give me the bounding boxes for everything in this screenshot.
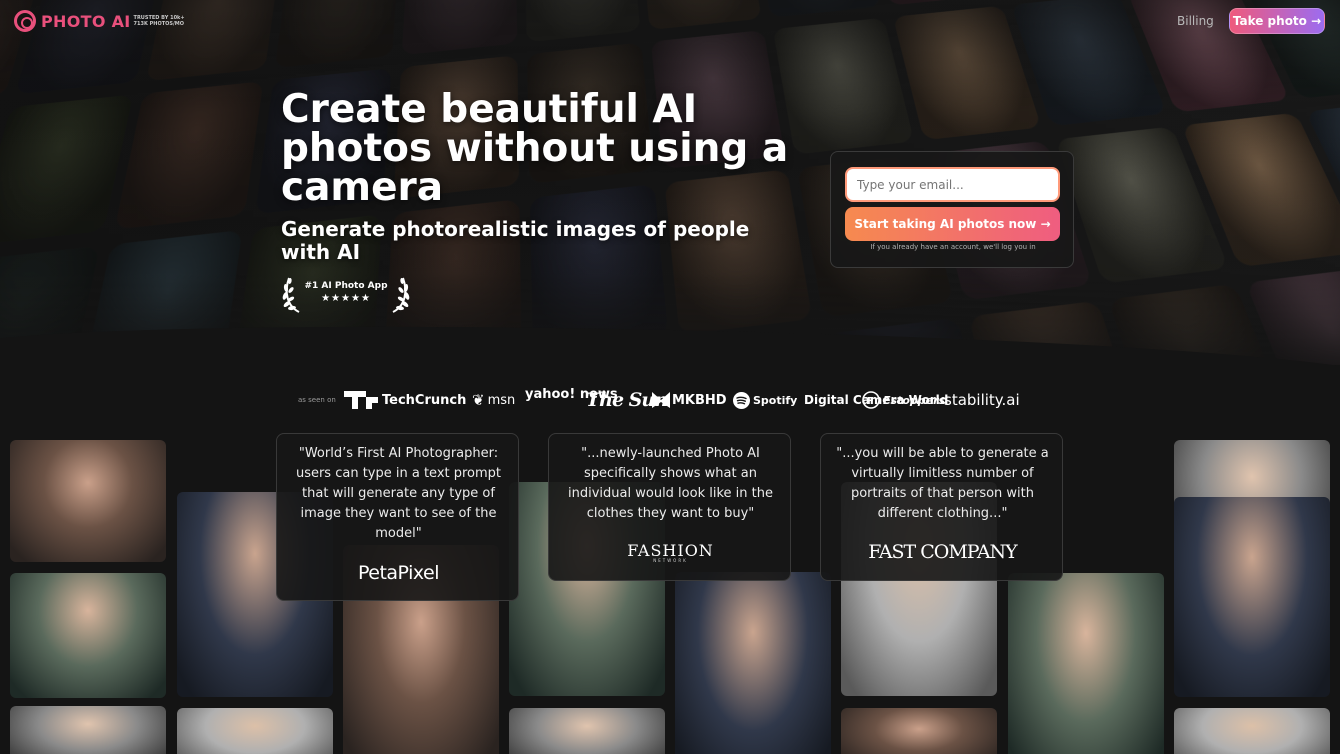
gallery-photo: [10, 706, 166, 754]
fstoppers-icon: F: [862, 391, 880, 409]
petapixel-logo: PetaPixel: [277, 562, 520, 584]
gallery-photo: [177, 708, 333, 754]
gallery-photo: [841, 708, 997, 754]
signup-card: Start taking AI photos now → If you alre…: [830, 151, 1074, 268]
spotify-icon: [733, 392, 750, 409]
gallery-photo: [10, 440, 166, 562]
logo-icon: [14, 10, 36, 32]
email-input[interactable]: [845, 167, 1060, 202]
award-title: #1 AI Photo App: [301, 281, 391, 291]
billing-link[interactable]: Billing: [1177, 14, 1214, 28]
top-nav: PHOTO AI TRUSTED BY 10k+ 713K PHOTOS/MO …: [0, 0, 1340, 44]
testimonial-card: "World’s First AI Photographer: users ca…: [276, 433, 519, 601]
award-badge: #1 AI Photo App ★★★★★: [281, 272, 411, 316]
mkbhd-logo: MKBHD: [652, 389, 727, 411]
gallery-photo: [10, 573, 166, 698]
testimonial-quote: "...you will be able to generate a virtu…: [831, 444, 1054, 524]
msn-butterfly-icon: ❦: [472, 391, 485, 409]
start-button[interactable]: Start taking AI photos now →: [845, 207, 1060, 241]
techcrunch-mark-icon: [344, 391, 378, 409]
logo-text: PHOTO AI: [41, 12, 131, 31]
stability-ai-logo: stability.ai: [944, 389, 1020, 411]
testimonial-quote: "...newly-launched Photo AI specifically…: [559, 444, 782, 524]
fashion-network-subtitle: NETWORK: [549, 558, 792, 563]
fstoppers-logo: F Fstoppers: [862, 389, 945, 411]
laurel-right-icon: [389, 274, 411, 314]
msn-logo: ❦ msn: [472, 389, 515, 411]
laurel-left-icon: [281, 274, 303, 314]
gallery-photo: [1008, 573, 1164, 754]
gallery-photo: [1174, 497, 1330, 697]
testimonial-card: "...you will be able to generate a virtu…: [820, 433, 1063, 581]
techcrunch-logo: TechCrunch: [344, 389, 466, 411]
gallery-photo: [1174, 708, 1330, 754]
award-stars: ★★★★★: [301, 293, 391, 304]
fast-company-logo: FAST COMPANY: [821, 541, 1064, 563]
signup-note: If you already have an account, we'll lo…: [831, 243, 1075, 251]
seen-on-label: as seen on: [298, 396, 336, 404]
take-photo-button[interactable]: Take photo →: [1229, 8, 1325, 34]
logo-stats: TRUSTED BY 10k+ 713K PHOTOS/MO: [134, 15, 185, 27]
logo[interactable]: PHOTO AI TRUSTED BY 10k+ 713K PHOTOS/MO: [14, 10, 185, 32]
hero-subheadline: Generate photorealistic images of people…: [281, 218, 781, 264]
svg-text:F: F: [867, 396, 874, 407]
hero-headline: Create beautiful AI photos without using…: [281, 90, 841, 207]
gallery-photo: [509, 708, 665, 754]
testimonial-quote: "World’s First AI Photographer: users ca…: [287, 444, 510, 544]
testimonial-card: "...newly-launched Photo AI specifically…: [548, 433, 791, 581]
spotify-logo: Spotify: [733, 389, 797, 411]
gallery-photo: [675, 572, 831, 754]
mkbhd-mark-icon: [652, 391, 670, 409]
